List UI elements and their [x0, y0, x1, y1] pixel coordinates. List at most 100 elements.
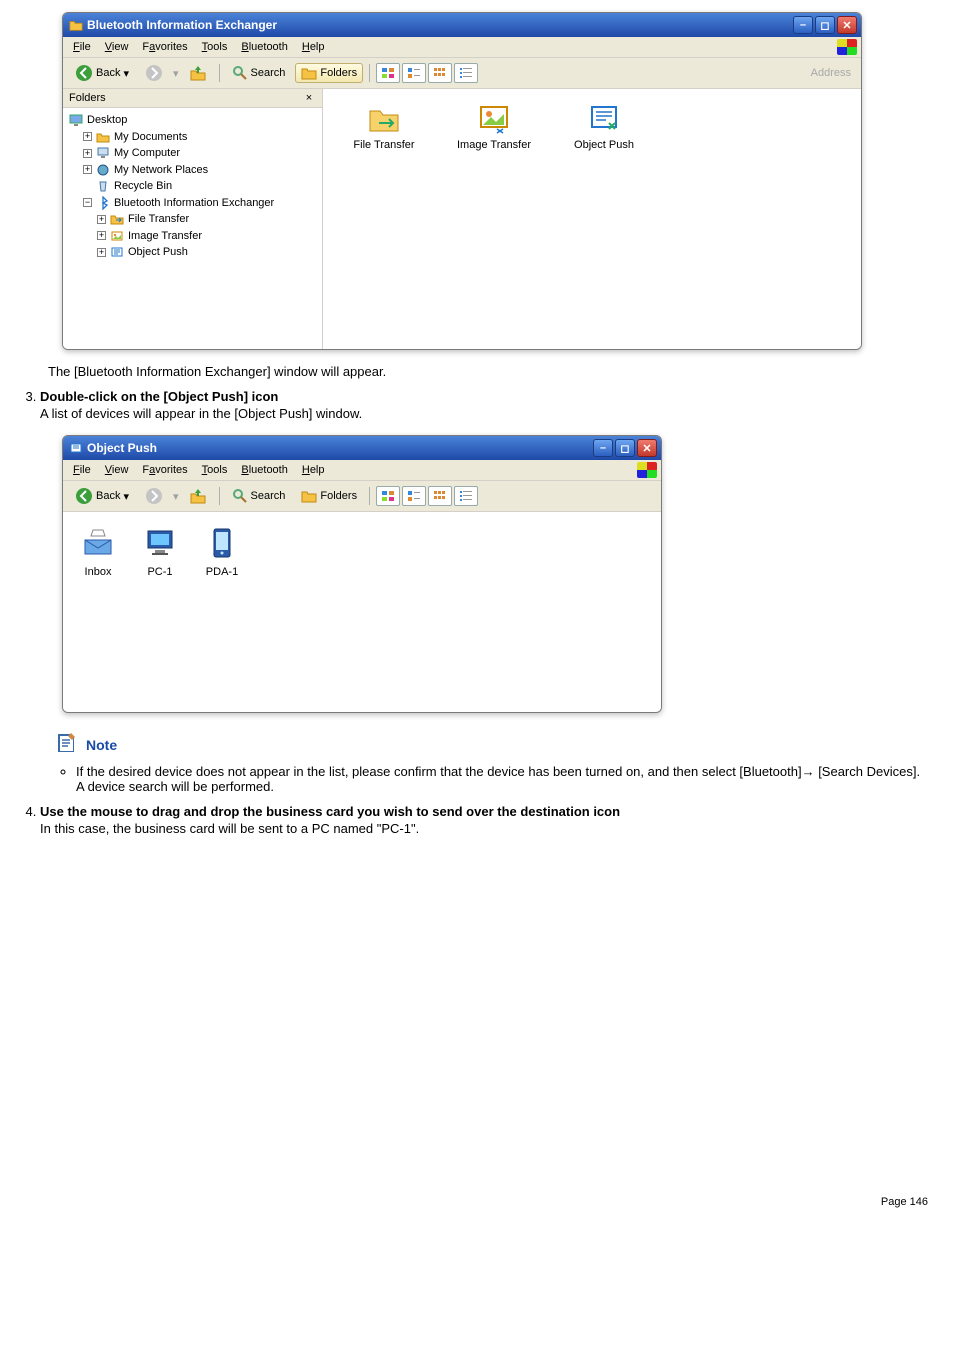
menu-view[interactable]: View [99, 39, 135, 55]
view-icons-button[interactable] [428, 63, 452, 83]
menu-bluetooth[interactable]: Bluetooth [235, 39, 294, 55]
back-button[interactable]: Back ▾ [69, 62, 135, 84]
folder-icon [69, 18, 83, 32]
item-inbox[interactable]: Inbox [81, 526, 115, 632]
view-thumbnails-button[interactable] [376, 63, 400, 83]
tree-node-imagetransfer[interactable]: + Image Transfer [97, 228, 316, 245]
search-label: Search [251, 67, 286, 79]
minimize-button[interactable]: – [793, 16, 813, 34]
separator [369, 487, 370, 505]
close-button[interactable]: ✕ [837, 16, 857, 34]
up-button[interactable] [183, 485, 213, 507]
network-icon [96, 163, 110, 177]
maximize-button[interactable]: ◻ [815, 16, 835, 34]
address-label: Address [811, 67, 855, 79]
step-list: Use the mouse to drag and drop the busin… [18, 804, 936, 836]
collapse-icon[interactable]: − [83, 198, 92, 207]
minimize-button[interactable]: – [593, 439, 613, 457]
separator [369, 64, 370, 82]
inbox-icon [81, 526, 115, 560]
step-4: Use the mouse to drag and drop the busin… [40, 804, 936, 836]
menu-favorites[interactable]: Favorites [136, 39, 193, 55]
folders-header: Folders [69, 92, 106, 104]
titlebar: Bluetooth Information Exchanger – ◻ ✕ [63, 13, 861, 37]
back-label: Back [96, 67, 120, 79]
menubar: File View Favorites Tools Bluetooth Help [63, 460, 661, 481]
file-transfer-icon [367, 101, 401, 135]
item-object-push[interactable]: Object Push [561, 101, 647, 151]
menu-tools[interactable]: Tools [196, 39, 234, 55]
desktop-icon [69, 113, 83, 127]
menu-favorites[interactable]: Favorites [136, 462, 193, 478]
image-transfer-icon [477, 101, 511, 135]
windows-flag-icon [837, 39, 857, 55]
tree-node-objectpush[interactable]: + Object Push [97, 244, 316, 261]
close-pane-button[interactable]: × [302, 91, 316, 105]
menu-help[interactable]: Help [296, 39, 331, 55]
expand-icon[interactable]: + [83, 149, 92, 158]
note-label: Note [86, 737, 117, 753]
bluetooth-icon [96, 196, 110, 210]
folder-tree: Desktop + My Documents + My Computer + M… [63, 108, 322, 265]
folder-icon [96, 130, 110, 144]
pda-icon [205, 526, 239, 560]
folders-button[interactable]: Folders [295, 63, 363, 83]
view-tiles-button[interactable] [402, 486, 426, 506]
expand-icon[interactable]: + [83, 165, 92, 174]
menu-file[interactable]: File [67, 39, 97, 55]
chevron-down-icon: ▾ [173, 67, 179, 80]
tree-node-mycomp[interactable]: + My Computer [83, 145, 316, 162]
up-button[interactable] [183, 62, 213, 84]
folders-label: Folders [320, 67, 357, 79]
expand-icon[interactable]: + [97, 215, 106, 224]
tree-node-desktop[interactable]: Desktop [69, 112, 316, 129]
object-push-icon [110, 245, 124, 259]
view-icons-button[interactable] [428, 486, 452, 506]
tree-node-recycle[interactable]: Recycle Bin [83, 178, 316, 195]
folders-button[interactable]: Folders [295, 486, 363, 506]
tree-node-mydocs[interactable]: + My Documents [83, 129, 316, 146]
item-pda1[interactable]: PDA-1 [205, 526, 239, 632]
forward-button[interactable] [139, 62, 169, 84]
item-image-transfer[interactable]: Image Transfer [451, 101, 537, 151]
note-icon [54, 731, 78, 758]
menu-help[interactable]: Help [296, 462, 331, 478]
menu-bluetooth[interactable]: Bluetooth [235, 462, 294, 478]
menu-view[interactable]: View [99, 462, 135, 478]
tree-node-mynet[interactable]: + My Network Places [83, 162, 316, 179]
back-button[interactable]: Back ▾ [69, 485, 135, 507]
expand-icon[interactable]: + [97, 231, 106, 240]
view-tiles-button[interactable] [402, 63, 426, 83]
page-footer: Page 146 [18, 1196, 936, 1208]
file-transfer-icon [110, 212, 124, 226]
menu-tools[interactable]: Tools [196, 462, 234, 478]
maximize-button[interactable]: ◻ [615, 439, 635, 457]
view-thumbnails-button[interactable] [376, 486, 400, 506]
item-file-transfer[interactable]: File Transfer [341, 101, 427, 151]
separator [219, 64, 220, 82]
step-list: Double-click on the [Object Push] icon A… [18, 389, 936, 421]
computer-icon [143, 526, 177, 560]
search-button[interactable]: Search [226, 63, 292, 83]
note-list: If the desired device does not appear in… [54, 764, 936, 794]
object-push-icon [587, 101, 621, 135]
menubar: File View Favorites Tools Bluetooth Help [63, 37, 861, 58]
close-button[interactable]: ✕ [637, 439, 657, 457]
step-3-head: Double-click on the [Object Push] icon [40, 389, 936, 404]
forward-button[interactable] [139, 485, 169, 507]
step-4-head: Use the mouse to drag and drop the busin… [40, 804, 936, 819]
titlebar: Object Push – ◻ ✕ [63, 436, 661, 460]
tree-node-filetransfer[interactable]: + File Transfer [97, 211, 316, 228]
item-pc1[interactable]: PC-1 [143, 526, 177, 632]
explorer-window-bie: Bluetooth Information Exchanger – ◻ ✕ Fi… [62, 12, 862, 350]
search-button[interactable]: Search [226, 486, 292, 506]
view-list-button[interactable] [454, 63, 478, 83]
folders-label: Folders [320, 490, 357, 502]
expand-icon[interactable]: + [83, 132, 92, 141]
view-list-button[interactable] [454, 486, 478, 506]
separator [219, 487, 220, 505]
toolbar: Back ▾ ▾ Search Folders Address [63, 58, 861, 89]
expand-icon[interactable]: + [97, 248, 106, 257]
menu-file[interactable]: File [67, 462, 97, 478]
tree-node-bie[interactable]: − Bluetooth Information Exchanger [83, 195, 316, 212]
